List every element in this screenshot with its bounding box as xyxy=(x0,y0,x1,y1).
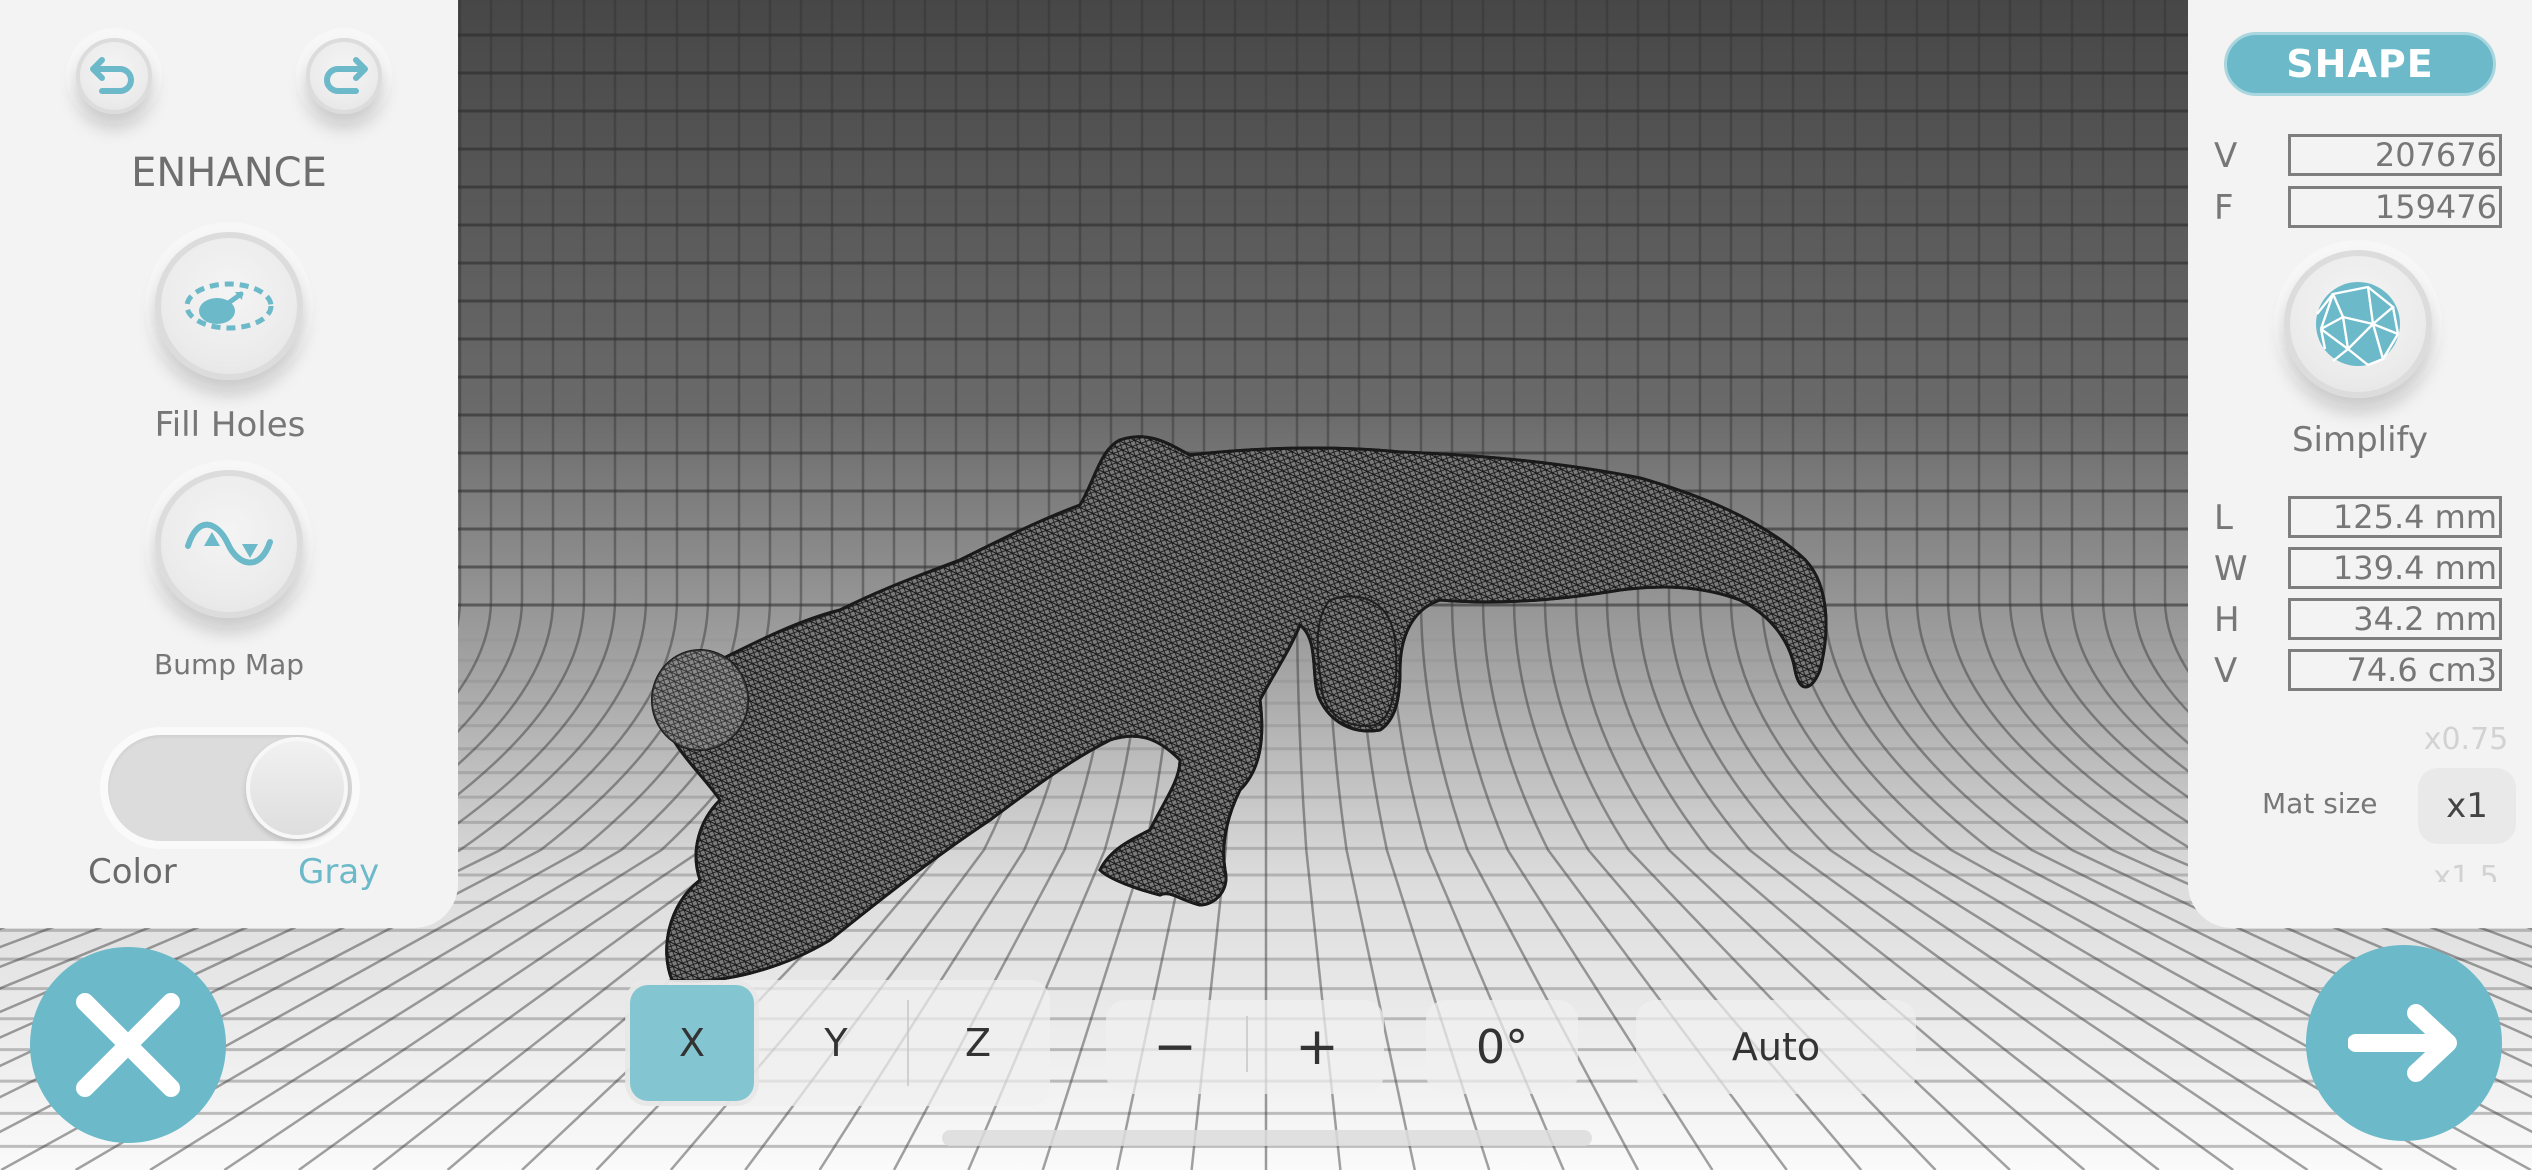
volume-key: V xyxy=(2214,651,2238,691)
width-value: 139.4 mm xyxy=(2288,547,2502,589)
home-indicator-bar[interactable] xyxy=(942,1130,1592,1146)
zoom-divider xyxy=(1246,1016,1248,1072)
shape-title-badge: SHAPE xyxy=(2224,32,2496,96)
auto-orient-button[interactable]: Auto xyxy=(1636,1000,1916,1094)
axis-z-button[interactable]: Z xyxy=(918,985,1038,1101)
geodesic-sphere-icon xyxy=(2316,282,2400,367)
cancel-button[interactable] xyxy=(30,947,226,1143)
close-x-icon xyxy=(76,993,180,1097)
undo-arrow-icon xyxy=(90,57,134,94)
simplify-button[interactable] xyxy=(2284,250,2432,398)
axis-y-button[interactable]: Y xyxy=(776,985,896,1101)
face-count-key: F xyxy=(2214,188,2234,228)
height-row: H 34.2 mm xyxy=(2214,598,2504,642)
fill-holes-icon xyxy=(184,281,274,331)
redo-arrow-icon xyxy=(324,57,368,94)
vertex-count-key: V xyxy=(2214,136,2238,176)
toggle-knob[interactable] xyxy=(246,737,348,839)
volume-value: 74.6 cm3 xyxy=(2288,649,2502,691)
redo-button[interactable] xyxy=(306,38,382,114)
arrow-right-icon xyxy=(2348,1004,2457,1082)
simplify-label: Simplify xyxy=(2291,420,2429,460)
fill-holes-label: Fill Holes xyxy=(154,405,306,445)
length-key: L xyxy=(2214,498,2233,538)
bump-map-button[interactable] xyxy=(155,470,303,618)
zoom-out-button[interactable]: − xyxy=(1110,1000,1240,1094)
face-count-row: F 159476 xyxy=(2214,186,2504,230)
vertex-count-row: V 207676 xyxy=(2214,134,2504,178)
toggle-gray-label: Gray xyxy=(298,852,380,892)
vertex-count-value: 207676 xyxy=(2288,134,2502,176)
enhance-panel: ENHANCE Fill Holes Bump Map Color Gray xyxy=(0,0,458,928)
zoom-in-button[interactable]: + xyxy=(1252,1000,1382,1094)
mat-size-option-0.75[interactable]: x0.75 xyxy=(2416,722,2516,752)
height-key: H xyxy=(2214,600,2240,640)
undo-button[interactable] xyxy=(76,38,152,114)
axis-x-button[interactable]: X xyxy=(630,985,754,1101)
face-count-value: 159476 xyxy=(2288,186,2502,228)
axis-divider xyxy=(907,1000,909,1086)
bump-map-wave-icon xyxy=(185,521,273,566)
mat-size-label: Mat size xyxy=(2262,787,2378,820)
fill-holes-button[interactable] xyxy=(155,232,303,380)
length-row: L 125.4 mm xyxy=(2214,496,2504,540)
toggle-color-label: Color xyxy=(88,852,177,892)
width-row: W 139.4 mm xyxy=(2214,547,2504,591)
mat-size-option-1.5[interactable]: x1.5 xyxy=(2416,860,2516,882)
length-value: 125.4 mm xyxy=(2288,496,2502,538)
width-key: W xyxy=(2214,549,2248,589)
mat-size-selected[interactable]: x1 xyxy=(2418,768,2516,844)
bump-map-label: Bump Map xyxy=(154,648,304,681)
volume-row: V 74.6 cm3 xyxy=(2214,649,2504,693)
next-button[interactable] xyxy=(2306,945,2502,1141)
rotation-angle-button[interactable]: 0° xyxy=(1426,1000,1578,1094)
height-value: 34.2 mm xyxy=(2288,598,2502,640)
enhance-title: ENHANCE xyxy=(131,150,327,196)
color-gray-toggle[interactable] xyxy=(108,735,352,841)
